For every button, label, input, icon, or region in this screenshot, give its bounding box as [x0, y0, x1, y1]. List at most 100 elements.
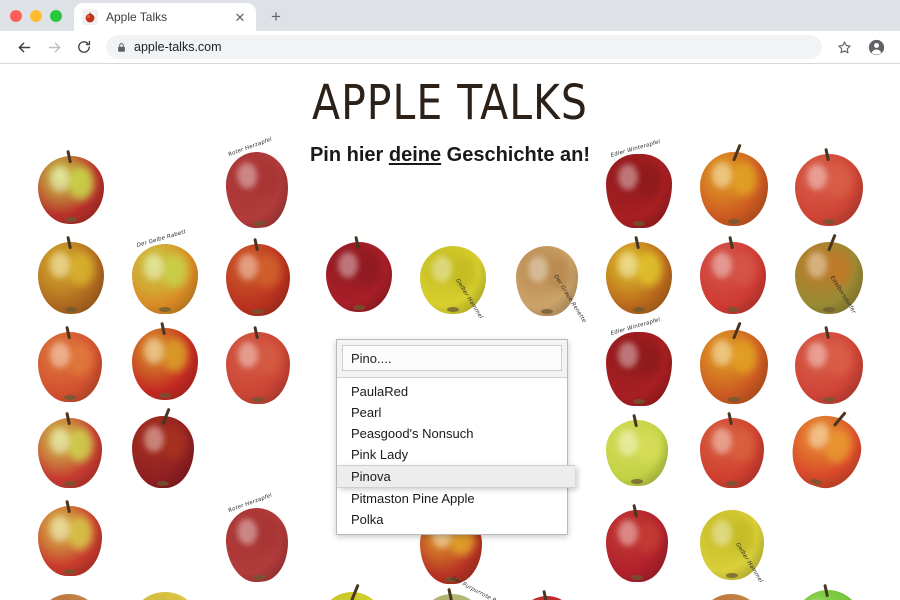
apple-item[interactable]: Edelborsdorfer: [795, 233, 863, 315]
apple-highlight-patch: [730, 252, 756, 286]
apple-shine: [618, 430, 638, 456]
apple-item[interactable]: [700, 143, 768, 226]
apple-item[interactable]: [795, 583, 861, 600]
apple-highlight-patch: [826, 342, 852, 376]
apple-item[interactable]: [782, 401, 872, 497]
apple-item[interactable]: [700, 235, 766, 314]
apple-item[interactable]: [795, 325, 863, 404]
apple-calyx: [631, 575, 643, 580]
forward-button[interactable]: [40, 33, 68, 61]
apple-calyx: [159, 393, 171, 398]
apple-item[interactable]: [132, 321, 198, 400]
apple-calyx: [633, 307, 645, 312]
autocomplete-option[interactable]: Pearl: [337, 402, 567, 423]
tab-title: Apple Talks: [106, 10, 168, 24]
apple-item[interactable]: [320, 583, 384, 600]
browser-tab[interactable]: Apple Talks ✕: [74, 3, 256, 31]
apple-highlight-patch: [68, 252, 94, 286]
apple-item[interactable]: [606, 235, 672, 314]
new-tab-button[interactable]: +: [262, 2, 290, 30]
bookmark-star-icon[interactable]: [830, 33, 858, 61]
maximize-window-button[interactable]: [50, 9, 62, 22]
apple-shine: [50, 428, 70, 454]
apple-calyx: [353, 305, 365, 310]
profile-avatar-icon[interactable]: [862, 33, 890, 61]
browser-window: Apple Talks ✕ + apple-talks.com APPLE TA…: [0, 0, 900, 600]
apple-item[interactable]: [795, 147, 863, 226]
apple-item[interactable]: Edler Winterapfel: [606, 317, 672, 406]
apple-item[interactable]: [38, 235, 104, 314]
apple-shine: [50, 252, 70, 278]
apple-calyx: [728, 397, 740, 402]
autocomplete-option[interactable]: Pinova: [337, 465, 575, 488]
apple-shine: [238, 254, 258, 280]
autocomplete-input-wrap: [337, 340, 567, 378]
apple-calyx: [157, 481, 169, 486]
apple-calyx: [633, 399, 645, 404]
apple-item[interactable]: [326, 235, 392, 312]
apple-calyx: [541, 309, 553, 314]
toolbar-right-icons: [830, 33, 890, 61]
apple-item[interactable]: Kahlscher Oestergold: [132, 586, 198, 600]
apple-item[interactable]: [700, 411, 764, 488]
apple-item[interactable]: Gelber Hammel: [700, 504, 764, 584]
apple-shine: [144, 338, 164, 364]
apple-item[interactable]: [226, 237, 290, 316]
apple-shine: [50, 342, 70, 368]
autocomplete-option[interactable]: Polka: [337, 509, 567, 530]
apple-calyx: [823, 307, 835, 312]
apple-item[interactable]: Der Graue Renette: [700, 588, 762, 600]
autocomplete-option[interactable]: Pink Lady: [337, 444, 567, 465]
reload-button[interactable]: [70, 33, 98, 61]
apple-item[interactable]: Gelber Hammel: [420, 240, 486, 320]
apple-item[interactable]: [38, 149, 104, 224]
minimize-window-button[interactable]: [30, 9, 42, 22]
autocomplete-option[interactable]: Peasgood's Nonsuch: [337, 423, 567, 444]
apple-highlight-patch: [162, 254, 188, 288]
autocomplete-option[interactable]: Pitmaston Pine Apple: [337, 488, 567, 509]
apple-highlight-patch: [356, 252, 382, 286]
browser-toolbar: apple-talks.com: [0, 31, 900, 64]
apple-item[interactable]: Roter Herzapfel: [223, 493, 291, 585]
tab-bar: Apple Talks ✕ +: [0, 0, 900, 31]
apple-calyx: [726, 481, 738, 486]
apple-item[interactable]: [38, 411, 102, 488]
apple-item[interactable]: [226, 325, 290, 404]
apple-item[interactable]: [518, 589, 576, 600]
apple-calyx: [64, 481, 76, 486]
apple-item[interactable]: Der Purpurrote Rabel: [420, 576, 508, 600]
apple-highlight-patch: [636, 342, 662, 376]
autocomplete-options-list: PaulaRed Pearl Peasgood's Nonsuch Pink Lady…: [337, 378, 575, 534]
autocomplete-option[interactable]: PaulaRed: [337, 381, 567, 402]
apple-shine: [528, 256, 548, 282]
apple-shine: [712, 162, 732, 188]
apple-item[interactable]: Edler Winterapfel: [606, 139, 672, 228]
window-controls: [10, 0, 74, 31]
apple-highlight-patch: [162, 338, 188, 372]
close-tab-button[interactable]: ✕: [232, 9, 248, 25]
apple-calyx: [159, 307, 171, 312]
close-window-button[interactable]: [10, 9, 22, 22]
apple-item[interactable]: [606, 503, 668, 582]
apple-item[interactable]: [606, 413, 668, 486]
apple-shine: [618, 520, 638, 546]
apple-item[interactable]: [132, 407, 194, 488]
apple-highlight-patch: [67, 342, 93, 376]
apple-item[interactable]: [38, 499, 102, 576]
apple-highlight-patch: [729, 428, 755, 462]
apple-shine: [50, 516, 70, 542]
apple-item[interactable]: [700, 321, 768, 404]
apple-item[interactable]: Der Gelbe Rabett: [132, 229, 198, 314]
apple-calyx: [823, 219, 835, 224]
address-bar[interactable]: apple-talks.com: [106, 35, 822, 59]
apple-item[interactable]: Der Graue Renette: [38, 588, 100, 600]
apple-item[interactable]: Der Graue Renette: [516, 240, 587, 324]
apple-calyx: [631, 479, 643, 484]
apple-variety-input[interactable]: [342, 345, 562, 371]
apple-calyx: [447, 307, 459, 312]
apple-item[interactable]: [38, 325, 102, 402]
apple-shine: [50, 166, 70, 192]
back-button[interactable]: [10, 33, 38, 61]
apple-calyx: [726, 573, 738, 578]
apple-item[interactable]: Roter Herzapfel: [223, 137, 291, 231]
